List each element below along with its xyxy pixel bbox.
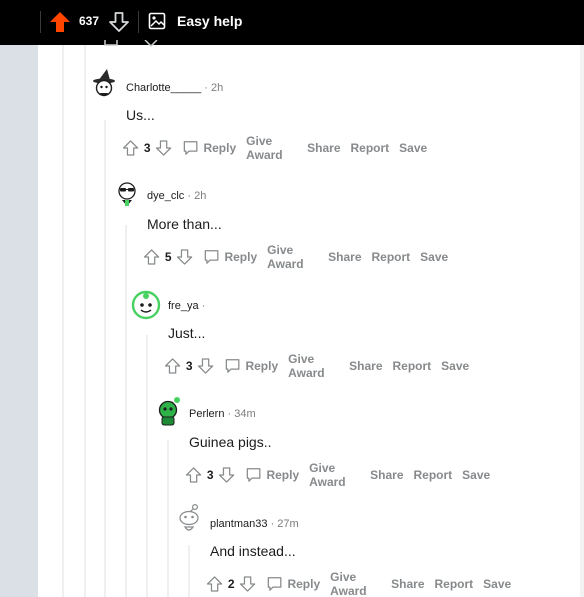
comment-author[interactable]: dye_clc	[147, 190, 184, 202]
report-button[interactable]: Report	[393, 359, 432, 373]
give-award-button[interactable]: Give Award	[246, 134, 297, 162]
avatar-witch-icon[interactable]	[90, 68, 120, 98]
image-post-icon	[148, 12, 166, 30]
save-button[interactable]: Save	[441, 359, 469, 373]
comment-meta: fre_ya ·	[168, 300, 205, 312]
comment-actions: 2 Reply Give Award Share Report Save	[206, 570, 511, 597]
reply-button[interactable]: Reply	[203, 141, 236, 155]
reply-bubble-icon[interactable]	[224, 355, 241, 377]
post-top-bar: 637 Easy help	[0, 0, 584, 45]
share-button[interactable]: Share	[307, 141, 340, 155]
reply-button[interactable]: Reply	[266, 468, 299, 482]
thread-line[interactable]	[84, 45, 86, 597]
post-title[interactable]: Easy help	[177, 13, 242, 29]
comment-text: Just...	[168, 325, 206, 341]
give-award-button[interactable]: Give Award	[309, 461, 360, 489]
save-button[interactable]: Save	[462, 468, 490, 482]
reply-bubble-icon[interactable]	[266, 573, 283, 595]
comment-author[interactable]: Charlotte_____	[126, 82, 201, 94]
page-left-gutter	[0, 45, 38, 597]
divider	[138, 11, 139, 33]
comment-time[interactable]: · 34m	[228, 408, 256, 420]
share-button[interactable]: Share	[349, 359, 382, 373]
downvote-icon[interactable]	[239, 573, 256, 595]
comment-text: And instead...	[210, 543, 296, 559]
report-button[interactable]: Report	[372, 250, 411, 264]
vote-count: 3	[206, 468, 214, 482]
avatar-sunglasses-icon[interactable]	[112, 178, 142, 208]
thread-line[interactable]	[125, 225, 127, 597]
upvote-icon[interactable]	[185, 464, 202, 486]
vote-count: 3	[143, 141, 151, 155]
upvote-arrow-icon[interactable]	[48, 10, 72, 34]
comment-text: Guinea pigs..	[189, 434, 272, 450]
avatar-default-snoo-icon[interactable]	[174, 503, 204, 533]
share-button[interactable]: Share	[328, 250, 361, 264]
avatar-green-snoo-icon[interactable]	[131, 290, 161, 320]
vote-count: 3	[185, 359, 193, 373]
comment-meta: Charlotte_____ · 2h	[126, 82, 223, 94]
page-scrollbar-track[interactable]	[580, 45, 584, 597]
comment-actions: 3 Reply Give Award Share Report Save	[122, 134, 427, 162]
upvote-icon[interactable]	[164, 355, 181, 377]
comment-meta: dye_clc · 2h	[147, 190, 206, 202]
comment-time[interactable]: ·	[202, 300, 206, 312]
upvote-icon[interactable]	[143, 246, 160, 268]
comment-author[interactable]: fre_ya	[168, 300, 199, 312]
thread-line[interactable]	[146, 335, 148, 597]
vote-count: 2	[227, 577, 235, 591]
reply-bubble-icon[interactable]	[182, 137, 199, 159]
comment-time[interactable]: · 2h	[187, 190, 206, 202]
share-button[interactable]: Share	[370, 468, 403, 482]
reply-bubble-icon[interactable]	[245, 464, 262, 486]
comment-author[interactable]: plantman33	[210, 518, 268, 530]
comment-time[interactable]: · 2h	[204, 82, 223, 94]
comment-text: Us...	[126, 107, 155, 123]
comment-meta: plantman33 · 27m	[210, 518, 299, 530]
thread-line[interactable]	[62, 45, 64, 597]
give-award-button[interactable]: Give Award	[267, 243, 318, 271]
comment-meta: Perlern · 34m	[189, 408, 256, 420]
give-award-button[interactable]: Give Award	[288, 352, 339, 380]
comment-author[interactable]: Perlern	[189, 408, 224, 420]
reply-button[interactable]: Reply	[245, 359, 278, 373]
reply-button[interactable]: Reply	[224, 250, 257, 264]
thread-line[interactable]	[104, 120, 106, 597]
upvote-icon[interactable]	[206, 573, 223, 595]
thread-line[interactable]	[167, 440, 169, 597]
thread-line[interactable]	[188, 545, 190, 597]
comment-text: More than...	[147, 216, 222, 232]
comment-actions: 3 Reply Give Award Share Report Save	[185, 461, 490, 489]
save-button[interactable]: Save	[420, 250, 448, 264]
post-score: 637	[79, 14, 100, 28]
downvote-arrow-icon[interactable]	[107, 10, 131, 34]
save-button[interactable]: Save	[399, 141, 427, 155]
partial-downvote-icon[interactable]	[144, 40, 158, 48]
reply-bubble-icon[interactable]	[203, 246, 220, 268]
downvote-icon[interactable]	[155, 137, 172, 159]
avatar-green-alien-icon[interactable]	[153, 396, 183, 426]
downvote-icon[interactable]	[176, 246, 193, 268]
partial-upvote-icon[interactable]	[104, 40, 118, 48]
downvote-icon[interactable]	[197, 355, 214, 377]
comment-actions: 3 Reply Give Award Share Report Save	[164, 352, 469, 380]
downvote-icon[interactable]	[218, 464, 235, 486]
comment-time[interactable]: · 27m	[271, 518, 299, 530]
report-button[interactable]: Report	[435, 577, 474, 591]
report-button[interactable]: Report	[414, 468, 453, 482]
save-button[interactable]: Save	[483, 577, 511, 591]
reply-button[interactable]: Reply	[287, 577, 320, 591]
vote-count: 5	[164, 250, 172, 264]
share-button[interactable]: Share	[391, 577, 424, 591]
give-award-button[interactable]: Give Award	[330, 570, 381, 597]
report-button[interactable]: Report	[351, 141, 390, 155]
divider	[40, 11, 41, 33]
comment-actions: 5 Reply Give Award Share Report Save	[143, 243, 448, 271]
upvote-icon[interactable]	[122, 137, 139, 159]
